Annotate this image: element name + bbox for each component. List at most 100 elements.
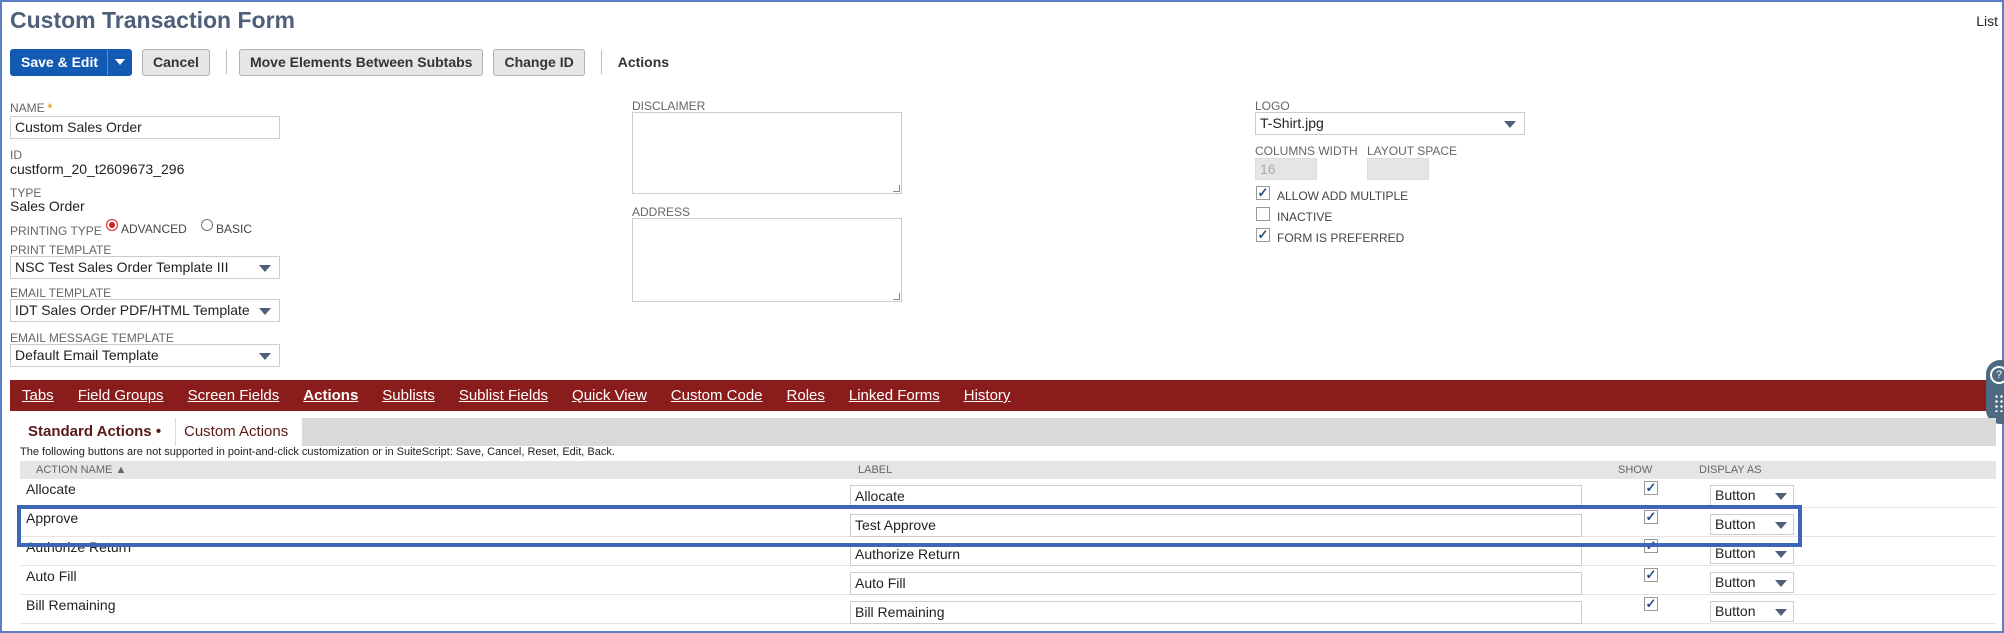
tab-roles[interactable]: Roles: [787, 387, 825, 404]
tab-history[interactable]: History: [964, 387, 1011, 404]
unsupported-buttons-note: The following buttons are not supported …: [20, 446, 615, 458]
tab-quick-view[interactable]: Quick View: [572, 387, 647, 404]
name-label: NAME *: [10, 101, 53, 115]
active-dot-icon: •: [155, 423, 162, 440]
col-action-name[interactable]: ACTION NAME ▲: [36, 464, 126, 476]
action-label-input[interactable]: Bill Remaining: [850, 601, 1582, 624]
required-icon: *: [47, 101, 53, 115]
save-options-dropdown[interactable]: [107, 49, 131, 75]
printing-advanced-label: ADVANCED: [121, 222, 187, 236]
printing-type-label: PRINTING TYPE: [10, 224, 102, 238]
display-as-select[interactable]: Button: [1710, 485, 1794, 506]
logo-value: T-Shirt.jpg: [1260, 115, 1324, 131]
change-id-button[interactable]: Change ID: [493, 48, 585, 76]
inactive-checkbox[interactable]: [1256, 207, 1270, 221]
col-show[interactable]: SHOW: [1618, 464, 1652, 476]
drag-handle-icon[interactable]: [1994, 394, 2004, 412]
table-row: Auto Fill Auto Fill ✓ Button: [20, 566, 1996, 595]
printing-basic-label: BASIC: [216, 222, 253, 236]
page-title: Custom Transaction Form: [10, 7, 295, 33]
id-value: custform_20_t2609673_296: [10, 161, 185, 177]
toolbar: Save & Edit Cancel Move Elements Between…: [10, 48, 669, 76]
help-widget[interactable]: ?: [1986, 360, 2004, 424]
actions-menu[interactable]: Actions: [618, 54, 669, 70]
save-edit-label: Save & Edit: [21, 54, 99, 70]
action-name: Bill Remaining: [26, 597, 116, 613]
show-checkbox[interactable]: ✓: [1644, 568, 1658, 582]
approve-row-highlight: [17, 505, 1802, 547]
action-name: Allocate: [26, 481, 76, 497]
chevron-down-icon: [1775, 580, 1787, 587]
email-message-template-label: EMAIL MESSAGE TEMPLATE: [10, 331, 174, 345]
form-preferred-label: FORM IS PREFERRED: [1277, 231, 1405, 245]
chevron-down-icon: [259, 353, 271, 360]
tab-custom-code[interactable]: Custom Code: [671, 387, 763, 404]
tab-standard-actions[interactable]: Standard Actions •: [20, 418, 175, 446]
chevron-down-icon: [1775, 609, 1787, 616]
table-row: Bill Remaining Bill Remaining ✓ Button: [20, 595, 1996, 624]
print-template-select[interactable]: NSC Test Sales Order Template III: [10, 256, 280, 279]
email-message-template-select[interactable]: Default Email Template: [10, 344, 280, 367]
move-elements-button[interactable]: Move Elements Between Subtabs: [238, 48, 484, 76]
display-as-select[interactable]: Button: [1710, 572, 1794, 593]
address-textarea[interactable]: [632, 218, 902, 302]
allow-add-multiple-checkbox[interactable]: ✓: [1256, 186, 1270, 200]
display-as-value: Button: [1715, 603, 1756, 619]
email-message-template-value: Default Email Template: [15, 347, 159, 363]
layout-space-field: [1367, 158, 1429, 180]
columns-width-field: 16: [1255, 158, 1317, 180]
help-icon[interactable]: ?: [1990, 366, 2004, 384]
chevron-down-icon: [259, 265, 271, 272]
display-as-value: Button: [1715, 487, 1756, 503]
standard-actions-label: Standard Actions: [28, 423, 152, 440]
resize-grip-icon[interactable]: [893, 293, 900, 300]
tab-tabs[interactable]: Tabs: [22, 387, 54, 404]
layout-space-label: LAYOUT SPACE: [1367, 144, 1458, 158]
show-checkbox[interactable]: ✓: [1644, 597, 1658, 611]
chevron-down-icon: [114, 59, 125, 65]
allow-add-multiple-label: ALLOW ADD MULTIPLE: [1277, 189, 1409, 203]
print-template-label: PRINT TEMPLATE: [10, 243, 112, 257]
cancel-button[interactable]: Cancel: [142, 48, 210, 76]
actions-table-header: ACTION NAME ▲ LABEL SHOW DISPLAY AS: [20, 461, 1996, 479]
toolbar-divider: [225, 50, 227, 74]
save-edit-button[interactable]: Save & Edit: [10, 48, 133, 76]
tab-field-groups[interactable]: Field Groups: [78, 387, 164, 404]
columns-width-label: COLUMNS WIDTH: [1255, 144, 1358, 158]
display-as-value: Button: [1715, 574, 1756, 590]
toolbar-divider: [600, 50, 602, 74]
logo-label: LOGO: [1255, 99, 1290, 113]
chevron-down-icon: [1775, 493, 1787, 500]
name-field[interactable]: Custom Sales Order: [10, 116, 280, 139]
logo-select[interactable]: T-Shirt.jpg: [1255, 112, 1525, 135]
email-template-value: IDT Sales Order PDF/HTML Template: [15, 302, 250, 318]
disclaimer-textarea[interactable]: [632, 112, 902, 194]
show-checkbox[interactable]: ✓: [1644, 481, 1658, 495]
disclaimer-label: DISCLAIMER: [632, 99, 706, 113]
tab-linked-forms[interactable]: Linked Forms: [849, 387, 940, 404]
form-preferred-checkbox[interactable]: ✓: [1256, 228, 1270, 242]
printing-basic-radio[interactable]: [201, 219, 213, 231]
list-link[interactable]: List: [1976, 13, 1998, 29]
email-template-select[interactable]: IDT Sales Order PDF/HTML Template: [10, 299, 280, 322]
tab-sublist-fields[interactable]: Sublist Fields: [459, 387, 548, 404]
action-label-input[interactable]: Auto Fill: [850, 572, 1582, 595]
resize-grip-icon[interactable]: [893, 185, 900, 192]
print-template-value: NSC Test Sales Order Template III: [15, 259, 229, 275]
tab-actions[interactable]: Actions: [303, 387, 358, 404]
email-template-label: EMAIL TEMPLATE: [10, 286, 112, 300]
action-name: Auto Fill: [26, 568, 77, 584]
display-as-value: Button: [1715, 545, 1756, 561]
display-as-select[interactable]: Button: [1710, 601, 1794, 622]
chevron-down-icon: [1775, 551, 1787, 558]
inactive-label: INACTIVE: [1277, 210, 1333, 224]
tab-custom-actions[interactable]: Custom Actions: [176, 418, 302, 446]
chevron-down-icon: [259, 308, 271, 315]
tab-screen-fields[interactable]: Screen Fields: [188, 387, 280, 404]
subtab-bar: Tabs Field Groups Screen Fields Actions …: [10, 380, 2000, 411]
printing-advanced-radio[interactable]: [106, 219, 118, 231]
tab-sublists[interactable]: Sublists: [382, 387, 435, 404]
col-display-as[interactable]: DISPLAY AS: [1699, 464, 1762, 476]
chevron-down-icon: [1504, 121, 1516, 128]
col-label[interactable]: LABEL: [858, 464, 892, 476]
